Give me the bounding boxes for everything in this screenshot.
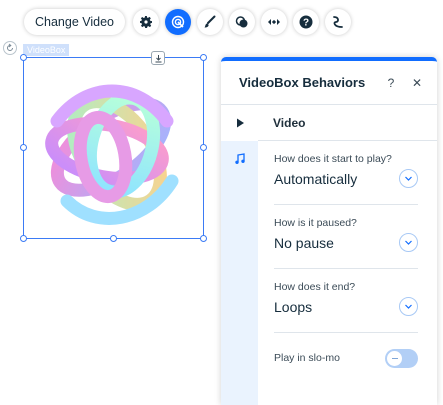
resize-handle-top-right[interactable]	[200, 54, 207, 61]
chevron-down-icon	[405, 304, 412, 309]
start-behavior-field[interactable]: How does it start to play? Automatically	[274, 141, 418, 205]
selection-frame[interactable]	[23, 57, 204, 239]
close-icon[interactable]: ✕	[410, 76, 424, 90]
arrows-icon	[268, 19, 281, 25]
panel-sidebar	[221, 105, 258, 405]
toggle-knob	[387, 351, 402, 366]
element-toolbar: Change Video ?	[24, 9, 352, 35]
panel-body: Video How does it start to play? Automat…	[221, 105, 437, 405]
play-icon	[236, 118, 244, 128]
chevron-down-icon	[405, 240, 412, 245]
help-button[interactable]: ?	[293, 9, 320, 35]
dropdown-button[interactable]	[399, 297, 418, 316]
animation-icon	[171, 15, 185, 29]
help-icon[interactable]: ?	[384, 76, 398, 90]
field-value[interactable]: No pause	[274, 235, 418, 251]
slomo-row: Play in slo-mo	[274, 333, 418, 383]
resize-handle-right[interactable]	[200, 144, 207, 151]
field-label: How does it start to play?	[274, 153, 392, 165]
field-value[interactable]: Automatically	[274, 171, 418, 187]
download-icon[interactable]	[151, 51, 165, 65]
behavior-settings: How does it start to play? Automatically…	[274, 141, 418, 383]
field-label: How does it end?	[274, 281, 356, 293]
resize-handle-bottom[interactable]	[110, 235, 117, 242]
animation-button[interactable]	[165, 9, 192, 35]
video-section-header: Video	[258, 105, 437, 141]
change-video-button[interactable]: Change Video	[24, 9, 126, 35]
settings-button[interactable]	[133, 9, 160, 35]
help-icon: ?	[299, 15, 313, 29]
design-button[interactable]	[197, 9, 224, 35]
resize-handle-left[interactable]	[20, 144, 27, 151]
behaviors-panel: VideoBox Behaviors ? ✕ Video How does it…	[221, 57, 437, 405]
tab-audio[interactable]	[221, 141, 258, 177]
connect-icon	[333, 16, 343, 28]
panel-title: VideoBox Behaviors	[239, 75, 366, 90]
layers-icon	[235, 16, 248, 28]
music-note-icon	[234, 153, 245, 164]
resize-handle-top-left[interactable]	[20, 54, 27, 61]
reset-icon[interactable]	[3, 41, 17, 55]
tab-video[interactable]	[221, 105, 258, 141]
brush-icon	[204, 15, 216, 28]
slomo-toggle[interactable]	[385, 349, 418, 368]
arrange-button[interactable]	[229, 9, 256, 35]
dropdown-button[interactable]	[399, 169, 418, 188]
pause-behavior-field[interactable]: How is it paused? No pause	[274, 205, 418, 269]
code-button[interactable]	[325, 9, 352, 35]
svg-text:?: ?	[303, 18, 309, 29]
panel-header: VideoBox Behaviors ? ✕	[221, 61, 437, 105]
field-value[interactable]: Loops	[274, 299, 418, 315]
field-label: How is it paused?	[274, 217, 357, 229]
slomo-label: Play in slo-mo	[274, 352, 340, 364]
element-name-tag: VideoBox	[23, 44, 70, 56]
connect-data-button[interactable]	[261, 9, 288, 35]
resize-handle-bottom-right[interactable]	[200, 235, 207, 242]
dropdown-button[interactable]	[399, 233, 418, 252]
resize-handle-bottom-left[interactable]	[20, 235, 27, 242]
chevron-down-icon	[405, 176, 412, 181]
gear-icon	[140, 16, 153, 28]
video-section-label: Video	[273, 115, 306, 130]
end-behavior-field[interactable]: How does it end? Loops	[274, 269, 418, 333]
